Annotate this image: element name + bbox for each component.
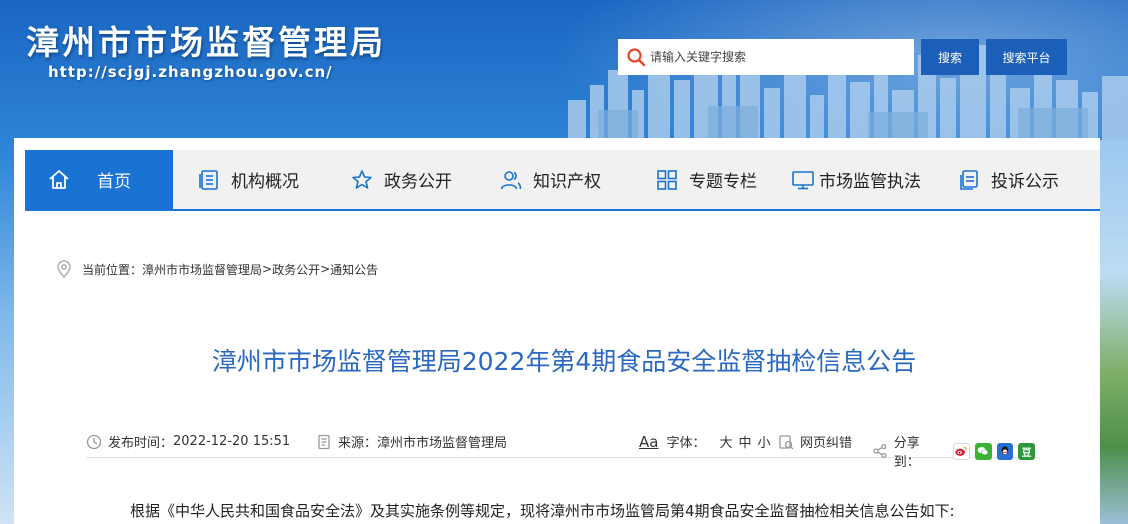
clock-icon: [86, 434, 102, 449]
share-label: 分享到：: [893, 436, 920, 470]
source-value: 漳州市市场监督管理局: [377, 436, 508, 451]
breadcrumb-separator: >: [262, 262, 273, 276]
nav-item-public-affairs[interactable]: 政务公开: [350, 150, 452, 209]
font-size-label: 字体：: [666, 436, 706, 451]
article-meta-bar: 发布时间： 2022-12-20 15:51 来源： 漳州市市场监督管理局 Aa…: [86, 428, 1040, 470]
publish-time: 发布时间： 2022-12-20 15:51: [86, 432, 290, 451]
font-size-small[interactable]: 小: [758, 432, 771, 451]
share-bar: 分享到： 豆: [872, 432, 1040, 470]
nav-item-special-topics[interactable]: 专题专栏: [655, 150, 757, 209]
douban-icon[interactable]: 豆: [1018, 442, 1036, 460]
nav-item-label: 机构概况: [231, 172, 299, 192]
nav-item-organization[interactable]: 机构概况: [197, 150, 299, 209]
nav-item-complaints[interactable]: 投诉公示: [957, 150, 1059, 209]
document-icon: [318, 434, 330, 449]
qq-icon[interactable]: [996, 442, 1014, 460]
breadcrumb-link-public-affairs[interactable]: 政务公开: [272, 261, 320, 278]
share-icon: [873, 443, 887, 459]
monitor-icon: [792, 170, 814, 189]
breadcrumb: 当前位置： 漳州市市场监督管理局 > 政务公开 > 通知公告: [56, 259, 378, 279]
search-icon: [627, 48, 646, 67]
search-button[interactable]: 搜索: [921, 39, 979, 75]
nav-item-label: 首页: [97, 172, 131, 192]
page-correction-link[interactable]: 网页纠错: [778, 432, 852, 451]
location-pin-icon: [57, 260, 71, 278]
font-size-switcher: Aa 字体： 大 中 小: [639, 432, 777, 452]
article-title: 漳州市市场监督管理局2022年第4期食品安全监督抽检信息公告: [211, 347, 917, 376]
nav-item-label: 专题专栏: [689, 172, 757, 192]
breadcrumb-prefix: 当前位置：: [82, 262, 143, 277]
correction-icon: [779, 434, 794, 449]
weibo-icon[interactable]: [953, 442, 970, 460]
nav-item-intellectual-property[interactable]: 知识产权: [499, 150, 601, 209]
nav-item-home[interactable]: 首页: [25, 150, 173, 209]
search-input[interactable]: [650, 50, 900, 64]
search-box: [618, 39, 914, 75]
nav-item-law-enforcement[interactable]: 市场监管执法: [791, 150, 921, 209]
font-size-medium[interactable]: 中: [738, 432, 751, 451]
site-title: 漳州市市场监督管理局: [26, 23, 386, 62]
breadcrumb-link-notices[interactable]: 通知公告: [330, 261, 378, 278]
nav-item-label: 政务公开: [384, 172, 452, 192]
font-size-icon: Aa: [639, 432, 659, 451]
publish-time-value: 2022-12-20 15:51: [173, 434, 291, 449]
landscape-decoration: [1100, 140, 1128, 524]
nav-item-label: 市场监管执法: [819, 172, 921, 192]
star-icon: [352, 169, 372, 189]
font-size-large[interactable]: 大: [719, 432, 732, 451]
copy-doc-icon: [960, 169, 978, 190]
correction-label: 网页纠错: [800, 436, 853, 451]
article-source: 来源： 漳州市市场监督管理局: [316, 432, 507, 451]
nav-item-label: 知识产权: [533, 172, 601, 192]
nav-item-label: 投诉公示: [991, 172, 1059, 192]
home-icon: [49, 169, 69, 189]
document-list-icon: [199, 169, 218, 190]
search-platform-button[interactable]: 搜索平台: [986, 39, 1067, 75]
article-paragraph: 根据《中华人民共和国食品安全法》及其实施条例等规定，现将漳州市市场监管局第4期食…: [130, 502, 955, 520]
main-nav: 首页 机构概况 政务公开 知识产权 专题专栏 市场监管执法 投诉公示: [25, 150, 1100, 211]
breadcrumb-link-home[interactable]: 漳州市市场监督管理局: [142, 261, 262, 278]
site-url[interactable]: http://scjgj.zhangzhou.gov.cn/: [48, 63, 333, 81]
users-icon: [500, 170, 522, 189]
breadcrumb-separator: >: [320, 262, 331, 276]
source-label: 来源：: [338, 436, 378, 451]
grid-icon: [657, 169, 677, 190]
publish-time-label: 发布时间：: [108, 436, 174, 451]
wechat-icon[interactable]: [974, 442, 992, 460]
